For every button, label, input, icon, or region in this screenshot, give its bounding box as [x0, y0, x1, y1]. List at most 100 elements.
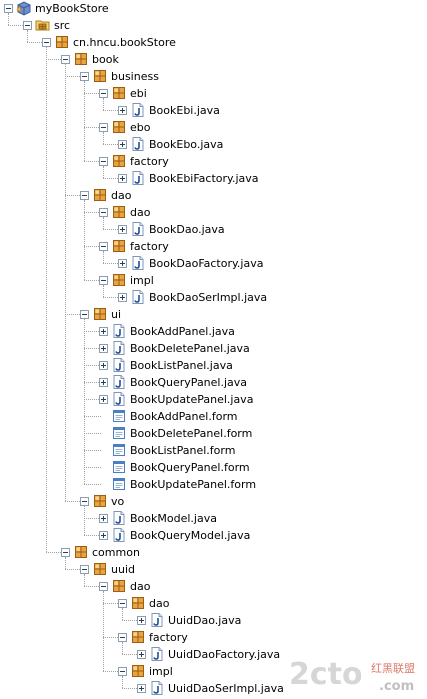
tree-node[interactable]: ebi: [0, 85, 427, 102]
tree-node[interactable]: dao: [0, 595, 427, 612]
expand-toggle[interactable]: [118, 225, 127, 234]
tree-node-label: BookListPanel.java: [130, 359, 233, 372]
tree-node[interactable]: uuid: [0, 561, 427, 578]
tree-node-label: UuidDao.java: [168, 614, 242, 627]
tree-node[interactable]: BookUpdatePanel.form: [0, 476, 427, 493]
tree-node[interactable]: BookDaoFactory.java: [0, 255, 427, 272]
tree-node-label: BookDeletePanel.form: [130, 427, 253, 440]
expand-toggle[interactable]: [118, 140, 127, 149]
collapse-toggle[interactable]: [99, 276, 108, 285]
tree-node[interactable]: dao: [0, 187, 427, 204]
tree-node[interactable]: BookEbo.java: [0, 136, 427, 153]
expand-toggle[interactable]: [99, 531, 108, 540]
collapse-toggle[interactable]: [99, 208, 108, 217]
collapse-toggle[interactable]: [99, 582, 108, 591]
collapse-toggle[interactable]: [118, 667, 127, 676]
tree-node[interactable]: cn.hncu.bookStore: [0, 34, 427, 51]
tree-node[interactable]: ui: [0, 306, 427, 323]
tree-node-label: BookAddPanel.java: [130, 325, 235, 338]
collapse-toggle[interactable]: [61, 55, 70, 64]
expand-toggle[interactable]: [137, 684, 146, 693]
tree-node[interactable]: impl: [0, 272, 427, 289]
tree-node[interactable]: BookDeletePanel.java: [0, 340, 427, 357]
tree-node[interactable]: ebo: [0, 119, 427, 136]
tree-node[interactable]: BookDao.java: [0, 221, 427, 238]
java-file-icon: [111, 391, 127, 407]
tree-node[interactable]: BookQueryPanel.java: [0, 374, 427, 391]
collapse-toggle[interactable]: [80, 497, 89, 506]
package-icon: [111, 578, 127, 594]
expand-toggle[interactable]: [99, 395, 108, 404]
tree-node[interactable]: src: [0, 17, 427, 34]
tree-node[interactable]: BookAddPanel.form: [0, 408, 427, 425]
java-file-icon: [130, 170, 146, 186]
tree-node[interactable]: BookQueryPanel.form: [0, 459, 427, 476]
collapse-toggle[interactable]: [99, 242, 108, 251]
collapse-toggle[interactable]: [99, 157, 108, 166]
collapse-toggle[interactable]: [99, 123, 108, 132]
package-icon: [92, 306, 108, 322]
collapse-toggle[interactable]: [118, 633, 127, 642]
package-icon: [130, 595, 146, 611]
expand-toggle[interactable]: [137, 616, 146, 625]
tree-node[interactable]: impl: [0, 663, 427, 680]
java-file-icon: [111, 357, 127, 373]
package-icon: [92, 68, 108, 84]
tree-node[interactable]: factory: [0, 153, 427, 170]
collapse-toggle[interactable]: [80, 191, 89, 200]
expand-toggle[interactable]: [99, 344, 108, 353]
tree-node[interactable]: BookDaoSerImpl.java: [0, 289, 427, 306]
tree-node-label: BookListPanel.form: [130, 444, 236, 457]
tree-node-label: vo: [111, 495, 125, 508]
tree-node[interactable]: BookModel.java: [0, 510, 427, 527]
tree-node[interactable]: BookListPanel.form: [0, 442, 427, 459]
package-icon: [111, 119, 127, 135]
tree-node-label: dao: [130, 206, 151, 219]
collapse-toggle[interactable]: [4, 4, 13, 13]
tree-node[interactable]: business: [0, 68, 427, 85]
package-icon: [92, 187, 108, 203]
java-file-icon: [149, 612, 165, 628]
tree-node-label: impl: [130, 274, 154, 287]
collapse-toggle[interactable]: [99, 89, 108, 98]
tree-node[interactable]: dao: [0, 578, 427, 595]
collapse-toggle[interactable]: [118, 599, 127, 608]
expand-toggle[interactable]: [99, 378, 108, 387]
collapse-toggle[interactable]: [80, 565, 89, 574]
tree-node[interactable]: dao: [0, 204, 427, 221]
tree-node[interactable]: BookEbi.java: [0, 102, 427, 119]
java-file-icon: [111, 527, 127, 543]
tree-node[interactable]: BookUpdatePanel.java: [0, 391, 427, 408]
tree-node-label: BookUpdatePanel.form: [130, 478, 257, 491]
expand-toggle[interactable]: [118, 259, 127, 268]
tree-node[interactable]: BookAddPanel.java: [0, 323, 427, 340]
expand-toggle[interactable]: [99, 327, 108, 336]
expand-toggle[interactable]: [137, 650, 146, 659]
expand-toggle[interactable]: [118, 293, 127, 302]
tree-node[interactable]: BookDeletePanel.form: [0, 425, 427, 442]
tree-node[interactable]: BookEbiFactory.java: [0, 170, 427, 187]
tree-node[interactable]: factory: [0, 629, 427, 646]
tree-node[interactable]: vo: [0, 493, 427, 510]
collapse-toggle[interactable]: [23, 21, 32, 30]
expand-toggle[interactable]: [118, 174, 127, 183]
tree-node[interactable]: BookListPanel.java: [0, 357, 427, 374]
collapse-toggle[interactable]: [61, 548, 70, 557]
collapse-toggle[interactable]: [42, 38, 51, 47]
tree-node-label: BookQueryPanel.java: [130, 376, 248, 389]
tree-node[interactable]: book: [0, 51, 427, 68]
collapse-toggle[interactable]: [80, 72, 89, 81]
tree-node[interactable]: factory: [0, 238, 427, 255]
tree-node[interactable]: UuidDaoFactory.java: [0, 646, 427, 663]
collapse-toggle[interactable]: [80, 310, 89, 319]
tree-node[interactable]: UuidDaoSerImpl.java: [0, 680, 427, 697]
expand-toggle[interactable]: [99, 361, 108, 370]
tree-node[interactable]: BookQueryModel.java: [0, 527, 427, 544]
tree-node[interactable]: UuidDao.java: [0, 612, 427, 629]
expand-toggle[interactable]: [99, 514, 108, 523]
tree-node[interactable]: common: [0, 544, 427, 561]
tree-node[interactable]: myBookStore: [0, 0, 427, 17]
tree-node-label: common: [92, 546, 140, 559]
expand-toggle[interactable]: [118, 106, 127, 115]
java-file-icon: [149, 646, 165, 662]
